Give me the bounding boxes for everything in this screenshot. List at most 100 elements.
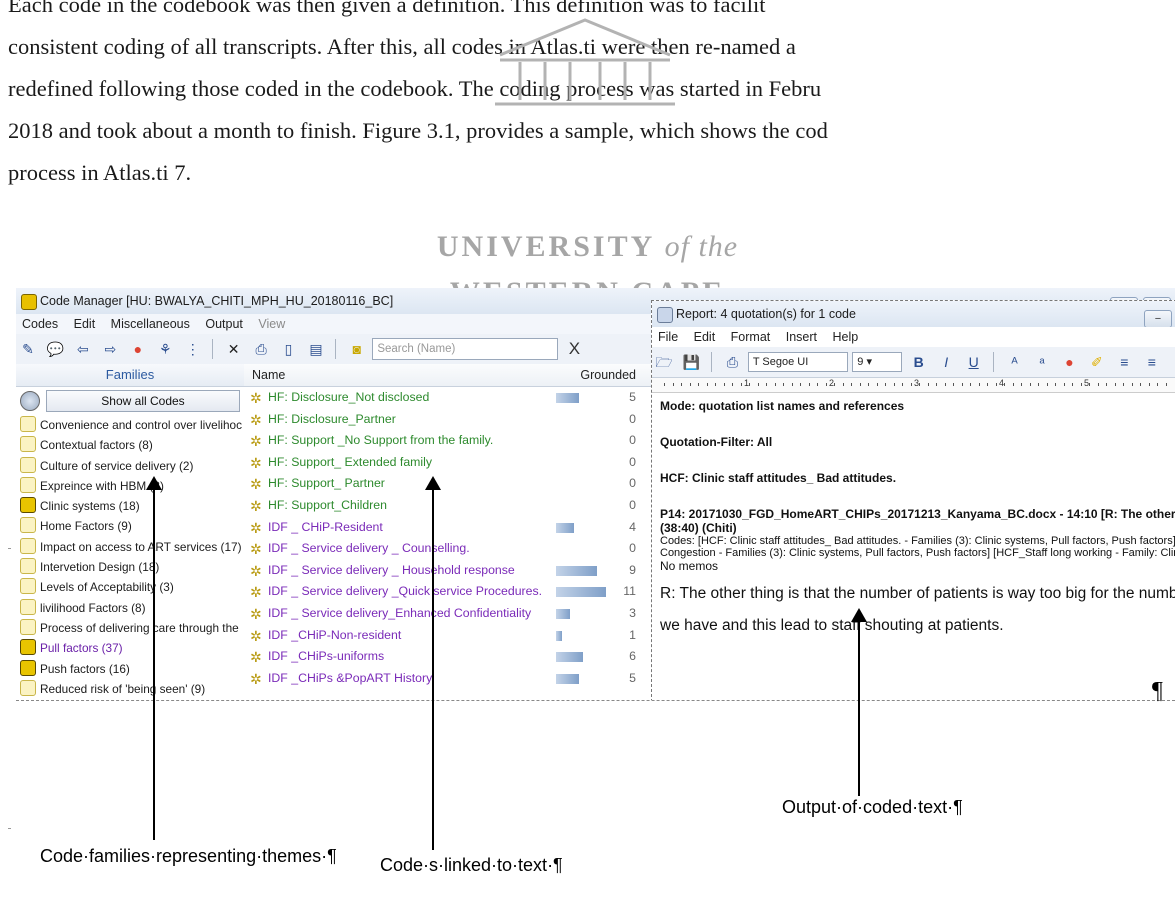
report-menu-insert[interactable]: Insert [786,330,817,344]
bold-icon[interactable]: B [910,353,928,371]
family-item[interactable]: Expreince with HBM (3) [16,476,244,496]
code-row[interactable]: ✲ IDF _CHiPs-uniforms 6 [244,646,656,668]
family-item[interactable]: Push factors (16) [16,659,244,679]
code-row[interactable]: ✲ HF: Disclosure_Partner 0 [244,409,656,431]
filter-icon[interactable]: ◙ [348,340,366,358]
family-label: Pull factors (37) [40,641,123,656]
font-grow-icon[interactable]: ᴬ [1006,353,1024,371]
new-code-icon[interactable]: ✎ [19,340,37,358]
arrow-right-icon[interactable]: ⇨ [101,340,119,358]
ruler-tick [1157,383,1158,386]
tree-icon[interactable]: ⚘ [156,340,174,358]
code-row[interactable]: ✲ IDF _CHiPs &PopART History 5 [244,668,656,690]
show-all-icon[interactable] [20,391,40,411]
menu-edit[interactable]: Edit [74,317,96,331]
ruler-tick [970,383,971,386]
family-item[interactable]: Home Factors (9) [16,516,244,536]
code-row[interactable]: ✲ HF: Support_Children 0 [244,495,656,517]
single-pane-icon[interactable]: ▯ [280,340,298,358]
report-window: Report: 4 quotation(s) for 1 code − File… [651,300,1175,700]
family-item[interactable]: Impact on access to ART services (17) [16,537,244,557]
hierarchy-icon[interactable]: ⋮ [184,340,202,358]
quotation-memos: No memos [660,559,719,573]
family-item[interactable]: Reduced risk of 'being seen' (9) [16,679,244,699]
report-titlebar: Report: 4 quotation(s) for 1 code − [652,301,1175,328]
family-item[interactable]: Process of delivering care through the [16,618,244,638]
show-all-codes-button[interactable]: Show all Codes [46,390,240,412]
print-icon[interactable]: ⎙ [252,340,270,358]
clear-search-icon[interactable]: X [569,339,580,359]
align-center-icon[interactable]: ≡ [1143,353,1161,371]
open-icon[interactable]: 🗁 [655,353,673,371]
code-row[interactable]: ✲ IDF _ Service delivery _ Counselling. 0 [244,538,656,560]
arrow-left-icon[interactable]: ⇦ [74,340,92,358]
menu-output[interactable]: Output [205,317,243,331]
underline-icon[interactable]: U [965,353,983,371]
family-item[interactable]: Levels of Acceptability (3) [16,577,244,597]
ruler-tick [902,383,903,386]
color-icon[interactable]: ● [1060,353,1078,371]
ruler-tick [1140,383,1141,386]
column-grounded[interactable]: Grounded [580,364,636,386]
family-label: Culture of service delivery (2) [40,458,194,473]
ruler-tick [732,383,733,386]
save-icon[interactable]: 💾 [682,353,700,371]
code-row[interactable]: ✲ IDF _ Service delivery_Enhanced Confide… [244,603,656,625]
align-right-icon[interactable]: ≡ [1170,353,1175,371]
report-minimize-button[interactable]: − [1144,310,1172,328]
code-row[interactable]: ✲ HF: Disclosure_Not disclosed 5 [244,387,656,409]
report-menu-file[interactable]: File [658,330,678,344]
codes-list: ✲ HF: Disclosure_Not disclosed 5 ✲ HF: Discl… [244,387,656,689]
report-menu-edit[interactable]: Edit [694,330,716,344]
family-item[interactable]: Scarcity of resources and increased der [16,699,244,700]
grounded-bar [556,587,606,598]
font-shrink-icon[interactable]: ᵃ [1033,353,1051,371]
search-input[interactable]: Search (Name) [372,338,559,360]
code-icon: ✲ [250,390,262,406]
ruler-tick [681,383,682,386]
report-menu-format[interactable]: Format [731,330,771,344]
code-row[interactable]: ✲ HF: Support_ Partner 0 [244,473,656,495]
menu-miscellaneous[interactable]: Miscellaneous [111,317,190,331]
font-size-select[interactable]: 9 ▾ [852,352,903,372]
ruler-tick [842,383,844,386]
delete-icon[interactable]: ✕ [225,340,243,358]
code-row[interactable]: ✲ IDF _CHiP-Non-resident 1 [244,625,656,647]
report-menu-help[interactable]: Help [833,330,859,344]
menu-view[interactable]: View [258,317,285,331]
align-left-icon[interactable]: ≡ [1115,353,1133,371]
grounded-count: 0 [629,433,636,448]
code-name: IDF _CHiPs-uniforms [268,649,385,664]
code-row[interactable]: ✲ HF: Support _No Support from the family… [244,430,656,452]
family-item[interactable]: Intervetion Design (18) [16,557,244,577]
quotation-text-line2: we have and this lead to staff shouting … [660,617,1004,634]
menu-codes[interactable]: Codes [22,317,58,331]
ruler-tick [1165,383,1167,386]
family-item[interactable]: Culture of service delivery (2) [16,456,244,476]
code-icon: ✲ [250,433,262,450]
family-label: Impact on access to ART services (17) [40,539,242,554]
code-row[interactable]: ✲ IDF _ CHiP-Resident 4 [244,517,656,539]
ruler-tick [1097,383,1099,386]
comment-icon[interactable]: 💬 [46,340,64,358]
print-icon[interactable]: ⎙ [723,353,741,371]
highlight-icon[interactable]: ✐ [1088,353,1106,371]
code-row[interactable]: ✲ IDF _ Service delivery _ Household resp… [244,560,656,582]
column-name[interactable]: Name [252,364,285,386]
family-item[interactable]: Pull factors (37) [16,638,244,658]
italic-icon[interactable]: I [937,353,955,371]
caption-codes-linked: Code·s·linked·to·text·¶ [380,855,563,875]
family-item[interactable]: Convenience and control over livelihoc [16,415,244,435]
color-wheel-icon[interactable]: ● [129,340,147,358]
code-row[interactable]: ✲ IDF _ Service delivery _Quick service P… [244,581,656,603]
list-view-icon[interactable]: ▤ [307,340,325,358]
ruler-tick [1046,383,1048,386]
family-item[interactable]: Clinic systems (18) [16,496,244,516]
code-row[interactable]: ✲ HF: Support_ Extended family 0 [244,452,656,474]
ruler-tick [885,383,886,386]
font-family-select[interactable]: T Segoe UI [747,352,848,372]
grounded-count: 5 [629,670,636,685]
family-item[interactable]: livilihood Factors (8) [16,598,244,618]
family-item[interactable]: Contextual factors (8) [16,435,244,455]
ruler-tick [1080,383,1082,386]
